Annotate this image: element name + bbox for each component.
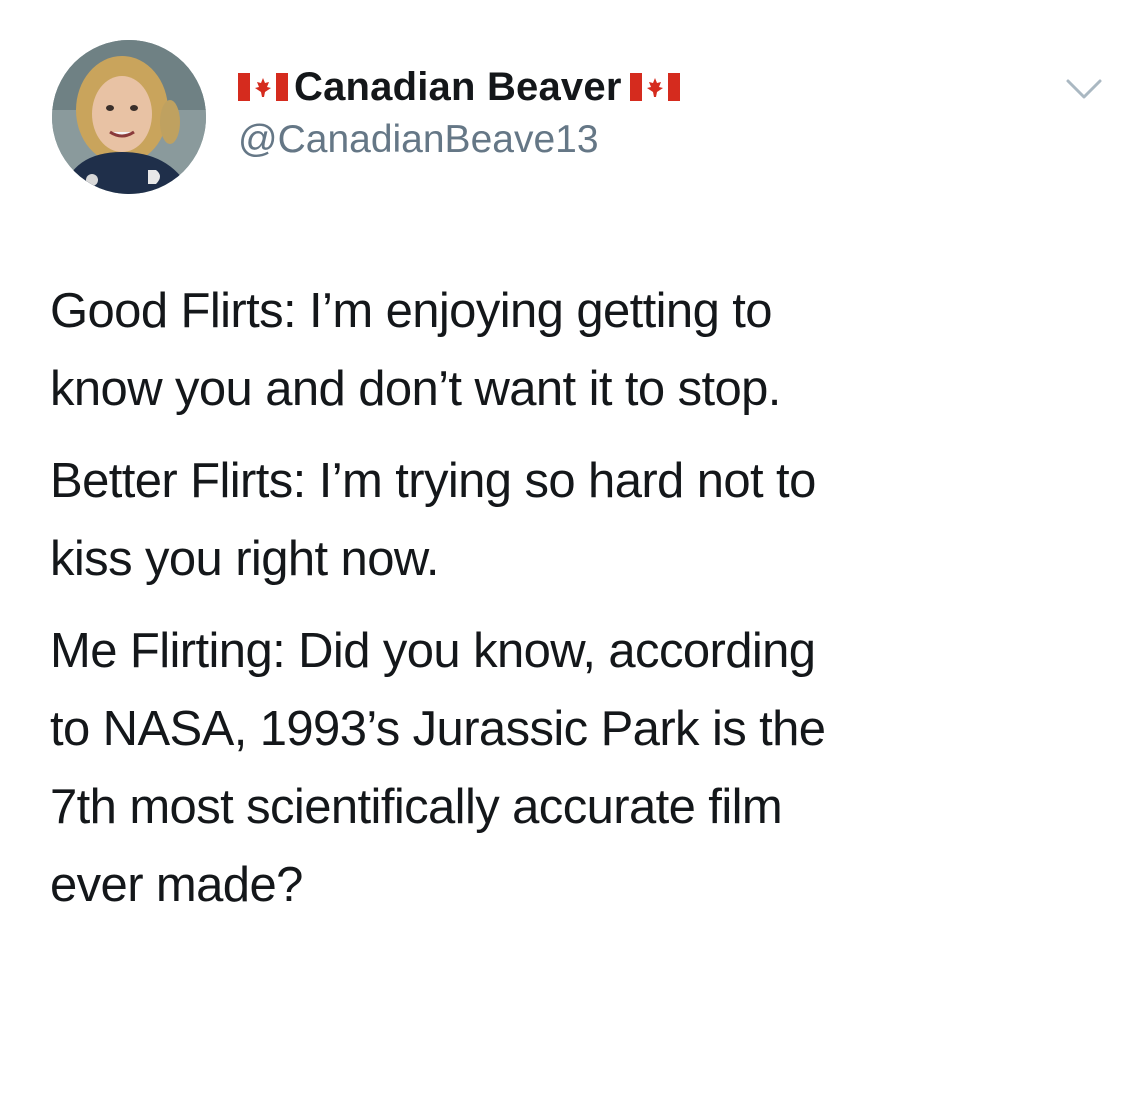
- tweet-paragraph: Better Flirts: I’m trying so hard not to…: [50, 442, 1100, 598]
- display-name[interactable]: Canadian Beaver: [290, 62, 628, 112]
- chevron-down-icon[interactable]: [1064, 76, 1104, 102]
- tweet-line: 7th most scientifically accurate film: [50, 780, 783, 834]
- tweet-text: Good Flirts: I’m enjoying getting to kno…: [50, 272, 1100, 938]
- user-block[interactable]: Canadian Beaver @CanadianBeave13: [236, 62, 682, 164]
- canada-flag-icon: [238, 73, 288, 101]
- tweet-line: Better Flirts: I’m trying so hard not to: [50, 454, 816, 508]
- avatar[interactable]: [52, 40, 206, 194]
- display-name-row: Canadian Beaver: [236, 62, 682, 112]
- canada-flag-icon: [629, 73, 680, 101]
- avatar-image: [52, 40, 206, 194]
- tweet-line: to NASA, 1993’s Jurassic Park is the: [50, 702, 826, 756]
- tweet-line: kiss you right now.: [50, 532, 440, 586]
- tweet-line: Me Flirting: Did you know, according: [50, 624, 816, 678]
- tweet-paragraph: Me Flirting: Did you know, according to …: [50, 612, 1100, 924]
- tweet-line: know you and don’t want it to stop.: [50, 362, 781, 416]
- tweet-line: ever made?: [50, 858, 303, 912]
- tweet-line: Good Flirts: I’m enjoying getting to: [50, 284, 773, 338]
- tweet-header: Canadian Beaver @CanadianBeave13: [0, 0, 1125, 220]
- user-handle[interactable]: @CanadianBeave13: [236, 116, 682, 164]
- tweet-paragraph: Good Flirts: I’m enjoying getting to kno…: [50, 272, 1100, 428]
